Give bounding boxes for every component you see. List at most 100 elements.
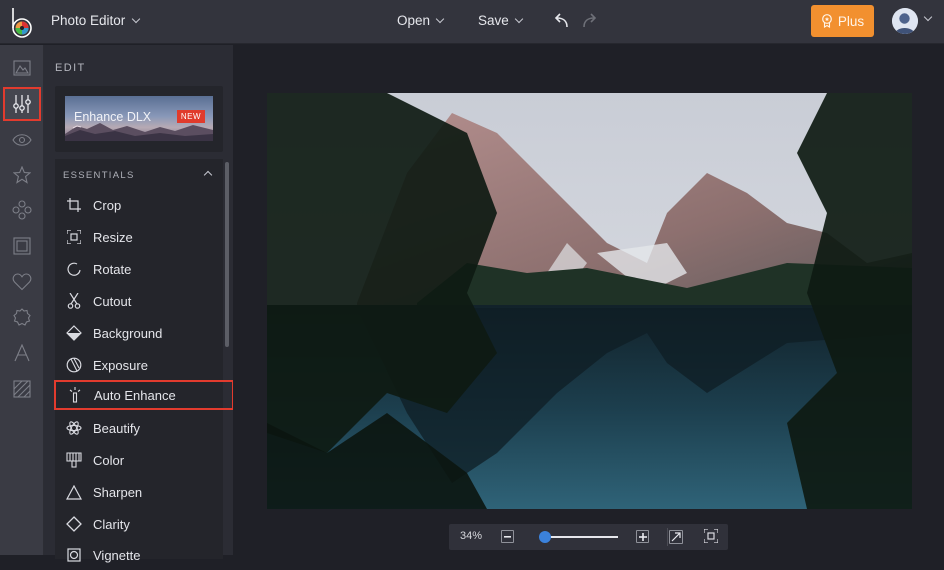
tool-label: Color — [93, 452, 125, 468]
promo-title: Enhance DLX — [74, 110, 152, 124]
text-icon — [14, 344, 30, 362]
zoom-slider-track[interactable] — [543, 536, 618, 538]
category-overlays[interactable] — [3, 265, 41, 299]
expand-arrow-icon — [671, 532, 681, 542]
photo-canvas[interactable] — [267, 93, 912, 509]
tool-rotate[interactable]: Rotate — [55, 254, 223, 284]
new-badge: NEW — [176, 110, 205, 123]
focus-frame-icon — [704, 529, 718, 543]
tool-label: Vignette — [93, 547, 141, 563]
exposure-icon — [66, 357, 82, 373]
save-menu-button[interactable]: Save — [478, 13, 524, 28]
user-avatar[interactable] — [892, 8, 918, 34]
actual-size-button[interactable] — [704, 529, 718, 543]
minus-icon — [504, 535, 511, 538]
mountain-lake-photo — [267, 93, 912, 509]
star-icon — [13, 166, 31, 184]
color-palette-icon — [66, 452, 82, 468]
promo-banner: Enhance DLX NEW — [65, 96, 213, 141]
heart-icon — [12, 273, 32, 291]
background-icon — [66, 325, 82, 341]
tool-beautify[interactable]: Beautify — [55, 413, 223, 443]
app-title: Photo Editor — [51, 13, 126, 28]
tool-auto-enhance[interactable]: Auto Enhance — [54, 380, 234, 410]
tool-crop[interactable]: Crop — [55, 190, 223, 220]
category-frames[interactable] — [3, 229, 41, 263]
vignette-icon — [67, 548, 81, 562]
divider — [667, 528, 668, 546]
tool-color[interactable]: Color — [55, 445, 223, 475]
zoom-out-button[interactable] — [501, 530, 514, 543]
triangle-icon — [66, 484, 82, 500]
fit-to-screen-button[interactable] — [669, 530, 683, 544]
upgrade-plus-button[interactable]: Plus — [811, 5, 874, 37]
tool-label: Beautify — [93, 420, 140, 436]
eye-icon — [12, 134, 32, 146]
tool-label: Rotate — [93, 261, 132, 277]
diamond-icon — [66, 516, 82, 532]
frame-icon — [13, 237, 31, 255]
resize-icon — [67, 230, 81, 244]
sliders-icon — [13, 95, 31, 113]
top-bar: Photo Editor Open Save Plus — [0, 0, 944, 44]
tool-vignette[interactable]: Vignette — [55, 540, 223, 570]
image-icon — [13, 60, 31, 76]
scissors-icon — [67, 293, 81, 309]
category-graphics[interactable] — [3, 193, 41, 227]
zoom-toolbar: 34% — [449, 524, 728, 550]
app-switcher[interactable]: Photo Editor — [51, 13, 141, 28]
tool-label: Cutout — [93, 293, 132, 309]
tool-label: Resize — [93, 229, 133, 245]
flower-icon — [12, 200, 32, 220]
category-text[interactable] — [3, 336, 41, 370]
magic-wand-icon — [69, 387, 81, 403]
tool-label: Clarity — [93, 516, 130, 532]
app-logo[interactable] — [10, 6, 34, 38]
essentials-section: ESSENTIALS Crop Resize Rotate Cutout Bac… — [54, 159, 234, 563]
award-icon — [821, 14, 832, 28]
chevron-down-icon — [132, 14, 141, 23]
user-silhouette-icon — [892, 8, 918, 34]
zoom-in-button[interactable] — [636, 530, 649, 543]
edit-panel: EDIT Enhance DLX NEW ESSENTIALS Crop Res… — [44, 45, 234, 563]
chevron-down-icon — [435, 14, 445, 23]
category-stickers[interactable] — [3, 300, 41, 334]
tool-sharpen[interactable]: Sharpen — [55, 477, 223, 507]
zoom-percent: 34% — [460, 530, 483, 542]
tool-exposure[interactable]: Exposure — [55, 350, 223, 380]
tool-background[interactable]: Background — [55, 318, 223, 348]
zoom-slider-handle[interactable] — [539, 531, 552, 543]
open-label: Open — [397, 13, 431, 28]
category-textures[interactable] — [3, 372, 41, 406]
chevron-down-icon — [514, 14, 524, 23]
redo-icon[interactable] — [580, 12, 600, 30]
account-chevron-down-icon[interactable] — [923, 12, 933, 22]
essentials-header: ESSENTIALS — [63, 170, 135, 181]
tool-label: Sharpen — [93, 484, 143, 500]
tool-label: Auto Enhance — [94, 387, 176, 403]
tool-label: Background — [93, 325, 163, 341]
category-favorites[interactable] — [3, 158, 41, 192]
beautify-icon — [66, 421, 82, 435]
category-effects[interactable] — [3, 123, 41, 157]
badge-icon — [13, 308, 31, 326]
plus-icon — [638, 532, 647, 541]
enhance-dlx-card[interactable]: Enhance DLX NEW — [55, 86, 223, 152]
category-image[interactable] — [3, 51, 41, 85]
collapse-chevron-up-icon[interactable] — [203, 170, 213, 180]
panel-scrollbar[interactable] — [225, 162, 229, 347]
rotate-icon — [67, 262, 81, 276]
category-adjust[interactable] — [3, 87, 41, 121]
undo-icon[interactable] — [551, 12, 571, 30]
crop-icon — [67, 198, 81, 212]
tool-category-bar — [0, 45, 44, 555]
open-menu-button[interactable]: Open — [397, 13, 445, 28]
tool-label: Crop — [93, 197, 122, 213]
panel-title: EDIT — [55, 62, 86, 74]
tool-resize[interactable]: Resize — [55, 222, 223, 252]
upgrade-label: Plus — [837, 13, 865, 29]
tool-clarity[interactable]: Clarity — [55, 509, 223, 539]
save-label: Save — [478, 13, 509, 28]
tool-label: Exposure — [93, 357, 148, 373]
tool-cutout[interactable]: Cutout — [55, 286, 223, 316]
